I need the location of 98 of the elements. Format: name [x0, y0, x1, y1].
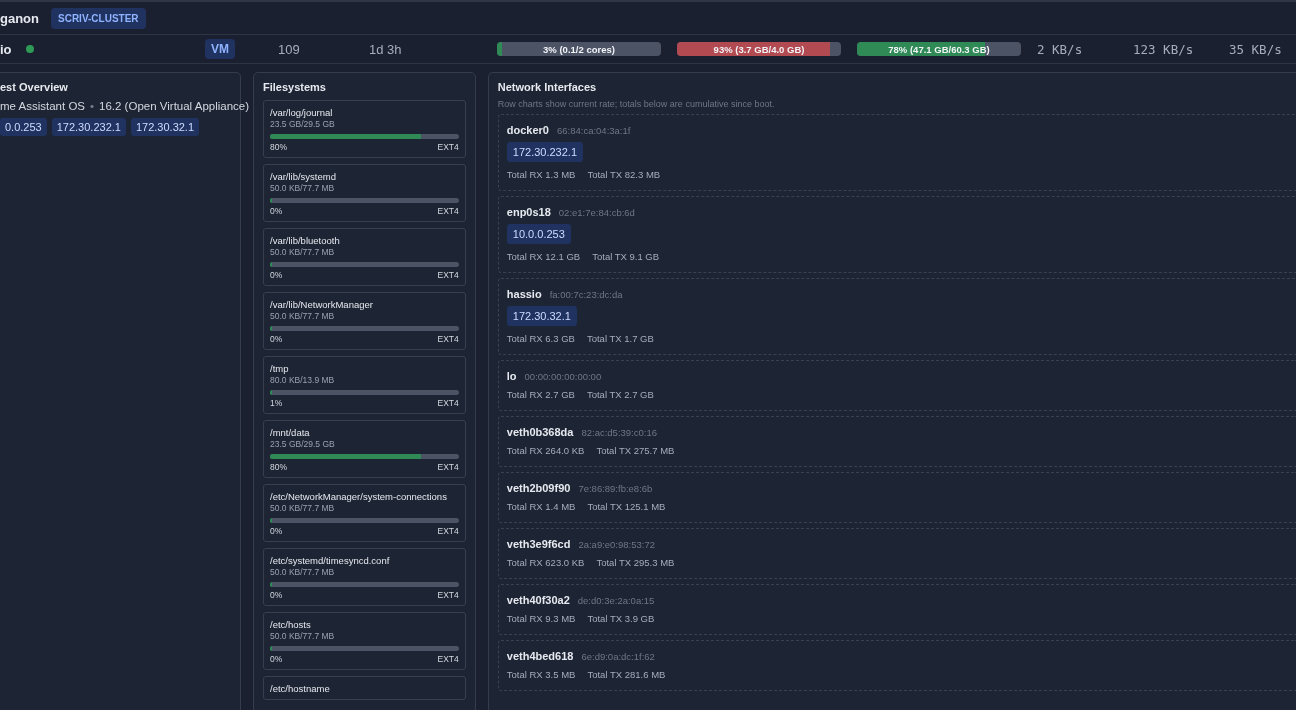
rx-total: Total RX 1.4 MB: [506, 501, 576, 512]
mac-address: 7e:86:89:fb:e8:6b: [578, 483, 653, 494]
usage-meter: 93% (3.7 GB/4.0 GB): [677, 42, 841, 56]
usage-text: 50.0 KB/77.7 MB: [270, 503, 336, 513]
usage-text: 23.5 GB/29.5 GB: [270, 119, 336, 129]
cluster-tag: SCRIV-CLUSTER: [51, 7, 146, 29]
percent-text: 1%: [270, 398, 283, 408]
fs-type: EXT4: [437, 590, 459, 600]
fs-type: EXT4: [437, 206, 459, 216]
ip-tag: 172.30.232.1: [51, 118, 126, 136]
rx-total: Total RX 2.7 GB: [506, 389, 575, 400]
interface-name: docker0: [506, 124, 549, 136]
rate-text: 123 KB/s: [1133, 41, 1195, 57]
percent-text: 0%: [270, 206, 283, 216]
fs-type: EXT4: [437, 142, 459, 152]
fs-type: EXT4: [437, 462, 459, 472]
fs-type: EXT4: [437, 654, 459, 664]
percent-text: 0%: [270, 590, 283, 600]
os-version: 16.2 (Open Virtual Appliance): [99, 100, 250, 112]
percent-text: 0%: [270, 654, 283, 664]
panel-title: est Overview: [0, 81, 69, 93]
tx-total: Total TX 1.7 GB: [586, 333, 654, 344]
type-tag: VM: [205, 39, 235, 59]
fs-type: EXT4: [437, 526, 459, 536]
mac-address: 82:ac:d5:39:c0:16: [581, 427, 657, 438]
panel-title: Network Interfaces: [497, 81, 598, 93]
usage-meter: 3% (0.1/2 cores): [497, 42, 661, 56]
usage-meter: 78% (47.1 GB/60.3 GB): [857, 42, 1021, 56]
ip-tag: 10.0.0.253: [506, 224, 571, 244]
usage-text: 23.5 GB/29.5 GB: [270, 439, 336, 449]
rx-total: Total RX 12.1 GB: [506, 251, 581, 262]
mount-path: /var/lib/bluetooth: [270, 235, 341, 246]
interface-name: veth4bed618: [506, 650, 574, 662]
mac-address: 00:00:00:00:00:00: [524, 371, 602, 382]
ip-tag: 0.0.253: [0, 118, 47, 136]
host-title: ganon: [0, 10, 39, 26]
separator-dot: •: [90, 100, 95, 112]
mac-address: 6e:d9:0a:dc:1f:62: [581, 651, 655, 662]
interface-name: enp0s18: [506, 206, 551, 218]
percent-text: 0%: [270, 270, 283, 280]
usage-text: 50.0 KB/77.7 MB: [270, 631, 336, 641]
uptime-text: 1d 3h: [369, 41, 403, 57]
mount-path: /etc/NetworkManager/system-connections: [270, 491, 448, 502]
mac-address: de:d0:3e:2a:0a:15: [577, 595, 655, 606]
tx-total: Total TX 281.6 MB: [587, 669, 666, 680]
tx-total: Total TX 125.1 MB: [587, 501, 666, 512]
fs-type: EXT4: [437, 398, 459, 408]
tx-total: Total TX 9.1 GB: [592, 251, 660, 262]
usage-text: 80.0 KB/13.9 MB: [270, 375, 336, 385]
mount-path: /mnt/data: [270, 427, 311, 438]
fs-type: EXT4: [437, 270, 459, 280]
guest-id: 109: [278, 41, 301, 57]
guest-name: io: [0, 41, 12, 57]
interface-name: veth0b368da: [506, 426, 574, 438]
rx-total: Total RX 264.0 KB: [506, 445, 585, 456]
rate-text: 2 KB/s: [1037, 41, 1084, 57]
mac-address: 02:e1:7e:84:cb:6d: [558, 207, 635, 218]
interface-name: veth3e9f6cd: [506, 538, 571, 550]
tx-total: Total TX 275.7 MB: [596, 445, 675, 456]
mount-path: /tmp: [270, 363, 290, 374]
rx-total: Total RX 1.3 MB: [506, 169, 576, 180]
ip-tag: 172.30.232.1: [506, 142, 584, 162]
percent-text: 80%: [270, 142, 287, 152]
tx-total: Total TX 3.9 GB: [587, 613, 655, 624]
usage-text: 50.0 KB/77.7 MB: [270, 311, 336, 321]
tx-total: Total TX 295.3 MB: [596, 557, 675, 568]
rx-total: Total RX 9.3 MB: [506, 613, 576, 624]
mac-address: fa:00:7c:23:dc:da: [549, 289, 623, 300]
rate-text: 35 KB/s: [1229, 41, 1283, 57]
mount-path: /etc/systemd/timesyncd.conf: [270, 555, 391, 566]
ip-tag: 172.30.32.1: [130, 118, 200, 136]
mac-address: 2a:a9:e0:98:53:72: [578, 539, 655, 550]
mount-path: /var/lib/NetworkManager: [270, 299, 374, 310]
usage-text: 50.0 KB/77.7 MB: [270, 247, 336, 257]
interface-name: hassio: [506, 288, 542, 300]
rx-total: Total RX 6.3 GB: [506, 333, 575, 344]
mac-address: 66:84:ca:04:3a:1f: [557, 125, 631, 136]
mount-path: /etc/hostname: [270, 683, 331, 694]
note-text: Row charts show current rate; totals below are cumulative since boot.: [497, 99, 776, 109]
tx-total: Total TX 2.7 GB: [586, 389, 654, 400]
mount-path: /var/lib/systemd: [270, 171, 337, 182]
interface-name: veth2b09f90: [506, 482, 571, 494]
mount-path: /etc/hosts: [270, 619, 312, 630]
rx-total: Total RX 623.0 KB: [506, 557, 585, 568]
os-name: me Assistant OS: [0, 100, 85, 112]
usage-text: 50.0 KB/77.7 MB: [270, 567, 336, 577]
percent-text: 80%: [270, 462, 287, 472]
rx-total: Total RX 3.5 MB: [506, 669, 576, 680]
interface-name: lo: [506, 370, 517, 382]
usage-text: 50.0 KB/77.7 MB: [270, 183, 336, 193]
panel-title: Filesystems: [263, 81, 327, 93]
interface-name: veth40f30a2: [506, 594, 570, 606]
mount-path: /var/log/journal: [270, 107, 334, 118]
ip-tag: 172.30.32.1: [506, 306, 577, 326]
percent-text: 0%: [270, 334, 283, 344]
tx-total: Total TX 82.3 MB: [587, 169, 661, 180]
fs-type: EXT4: [437, 334, 459, 344]
percent-text: 0%: [270, 526, 283, 536]
